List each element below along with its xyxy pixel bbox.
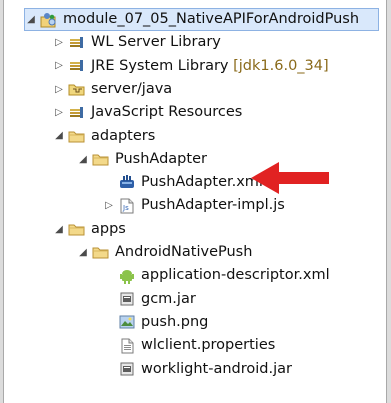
panel-bottom-strip <box>4 399 386 403</box>
tree-item-label: PushAdapter-impl.js <box>141 197 285 214</box>
tree-item-wlclient-properties[interactable]: wlclient.properties <box>4 334 386 357</box>
tree-item-label: JavaScript Resources <box>91 104 243 121</box>
tree-item-push-png[interactable]: push.png <box>4 311 386 334</box>
tree-item-label: PushAdapter.xml <box>141 174 263 191</box>
collapse-triangle-icon[interactable]: ◢ <box>77 246 89 258</box>
expand-triangle-icon[interactable]: ▷ <box>53 107 65 119</box>
collapse-triangle-icon[interactable]: ◢ <box>25 14 37 26</box>
tree-item-android-native-push[interactable]: ◢ AndroidNativePush <box>4 241 386 264</box>
library-icon <box>68 104 86 122</box>
source-folder-icon <box>68 80 86 98</box>
tree-item-apps[interactable]: ◢ apps <box>4 217 386 240</box>
tree-item-label: AndroidNativePush <box>115 244 253 261</box>
collapse-triangle-icon[interactable]: ◢ <box>77 153 89 165</box>
tree-item-worklight-android-jar[interactable]: worklight-android.jar <box>4 357 386 380</box>
tree-item-label: application-descriptor.xml <box>141 267 330 284</box>
tree-item-label: server/java <box>91 80 173 97</box>
folder-icon <box>92 150 110 168</box>
tree-item-name: JRE System Library <box>91 57 229 74</box>
js-file-icon: Js <box>118 197 136 215</box>
collapse-triangle-icon[interactable]: ◢ <box>53 130 65 142</box>
folder-icon <box>68 220 86 238</box>
tree-item-gcm-jar[interactable]: gcm.jar <box>4 287 386 310</box>
tree-item-label: worklight-android.jar <box>141 360 292 377</box>
tree-item-label: adapters <box>91 127 156 144</box>
tree-root-label: module_07_05_NativeAPIForAndroidPush <box>63 11 360 28</box>
folder-icon <box>68 127 86 145</box>
tree-item-javascript-resources[interactable]: ▷ JavaScript Resources <box>4 101 386 124</box>
folder-icon <box>92 243 110 261</box>
project-icon <box>40 11 58 29</box>
tree-item-label: JRE System Library [jdk1.6.0_34] <box>91 57 329 74</box>
tree-item-suffix: [jdk1.6.0_34] <box>233 57 329 74</box>
image-file-icon <box>118 313 136 331</box>
tree-item-wl-server-library[interactable]: ▷ WL Server Library <box>4 31 386 54</box>
library-icon <box>68 34 86 52</box>
tree-item-application-descriptor[interactable]: application-descriptor.xml <box>4 264 386 287</box>
tree-root-project[interactable]: ◢ module_07_05_NativeAPIForAndroidPush <box>24 8 379 31</box>
tree-item-jre-system-library[interactable]: ▷ JRE System Library [jdk1.6.0_34] <box>4 54 386 77</box>
tree-item-adapters[interactable]: ◢ adapters <box>4 124 386 147</box>
jar-file-icon <box>118 360 136 378</box>
tree-item-label: WL Server Library <box>91 34 221 51</box>
tree-item-label: push.png <box>141 313 209 330</box>
tree-item-label: apps <box>91 220 126 237</box>
expand-triangle-icon[interactable]: ▷ <box>53 83 65 95</box>
android-icon <box>118 267 136 285</box>
expand-triangle-icon[interactable]: ▷ <box>53 60 65 72</box>
collapse-triangle-icon[interactable]: ◢ <box>53 223 65 235</box>
tree-item-server-java[interactable]: ▷ server/java <box>4 78 386 101</box>
tree-item-label: gcm.jar <box>141 290 196 307</box>
red-arrow-icon <box>251 162 329 194</box>
tree-item-label: PushAdapter <box>115 150 207 167</box>
expand-triangle-icon[interactable]: ▷ <box>103 200 115 212</box>
adapter-xml-icon <box>118 173 136 191</box>
library-icon <box>68 57 86 75</box>
svg-text:Js: Js <box>122 204 129 212</box>
project-explorer-panel: ◢ module_07_05_NativeAPIForAndroidPush ▷ <box>3 0 387 403</box>
expand-triangle-icon[interactable]: ▷ <box>53 37 65 49</box>
jar-file-icon <box>118 290 136 308</box>
text-file-icon <box>118 337 136 355</box>
tree-item-label: wlclient.properties <box>141 337 276 354</box>
